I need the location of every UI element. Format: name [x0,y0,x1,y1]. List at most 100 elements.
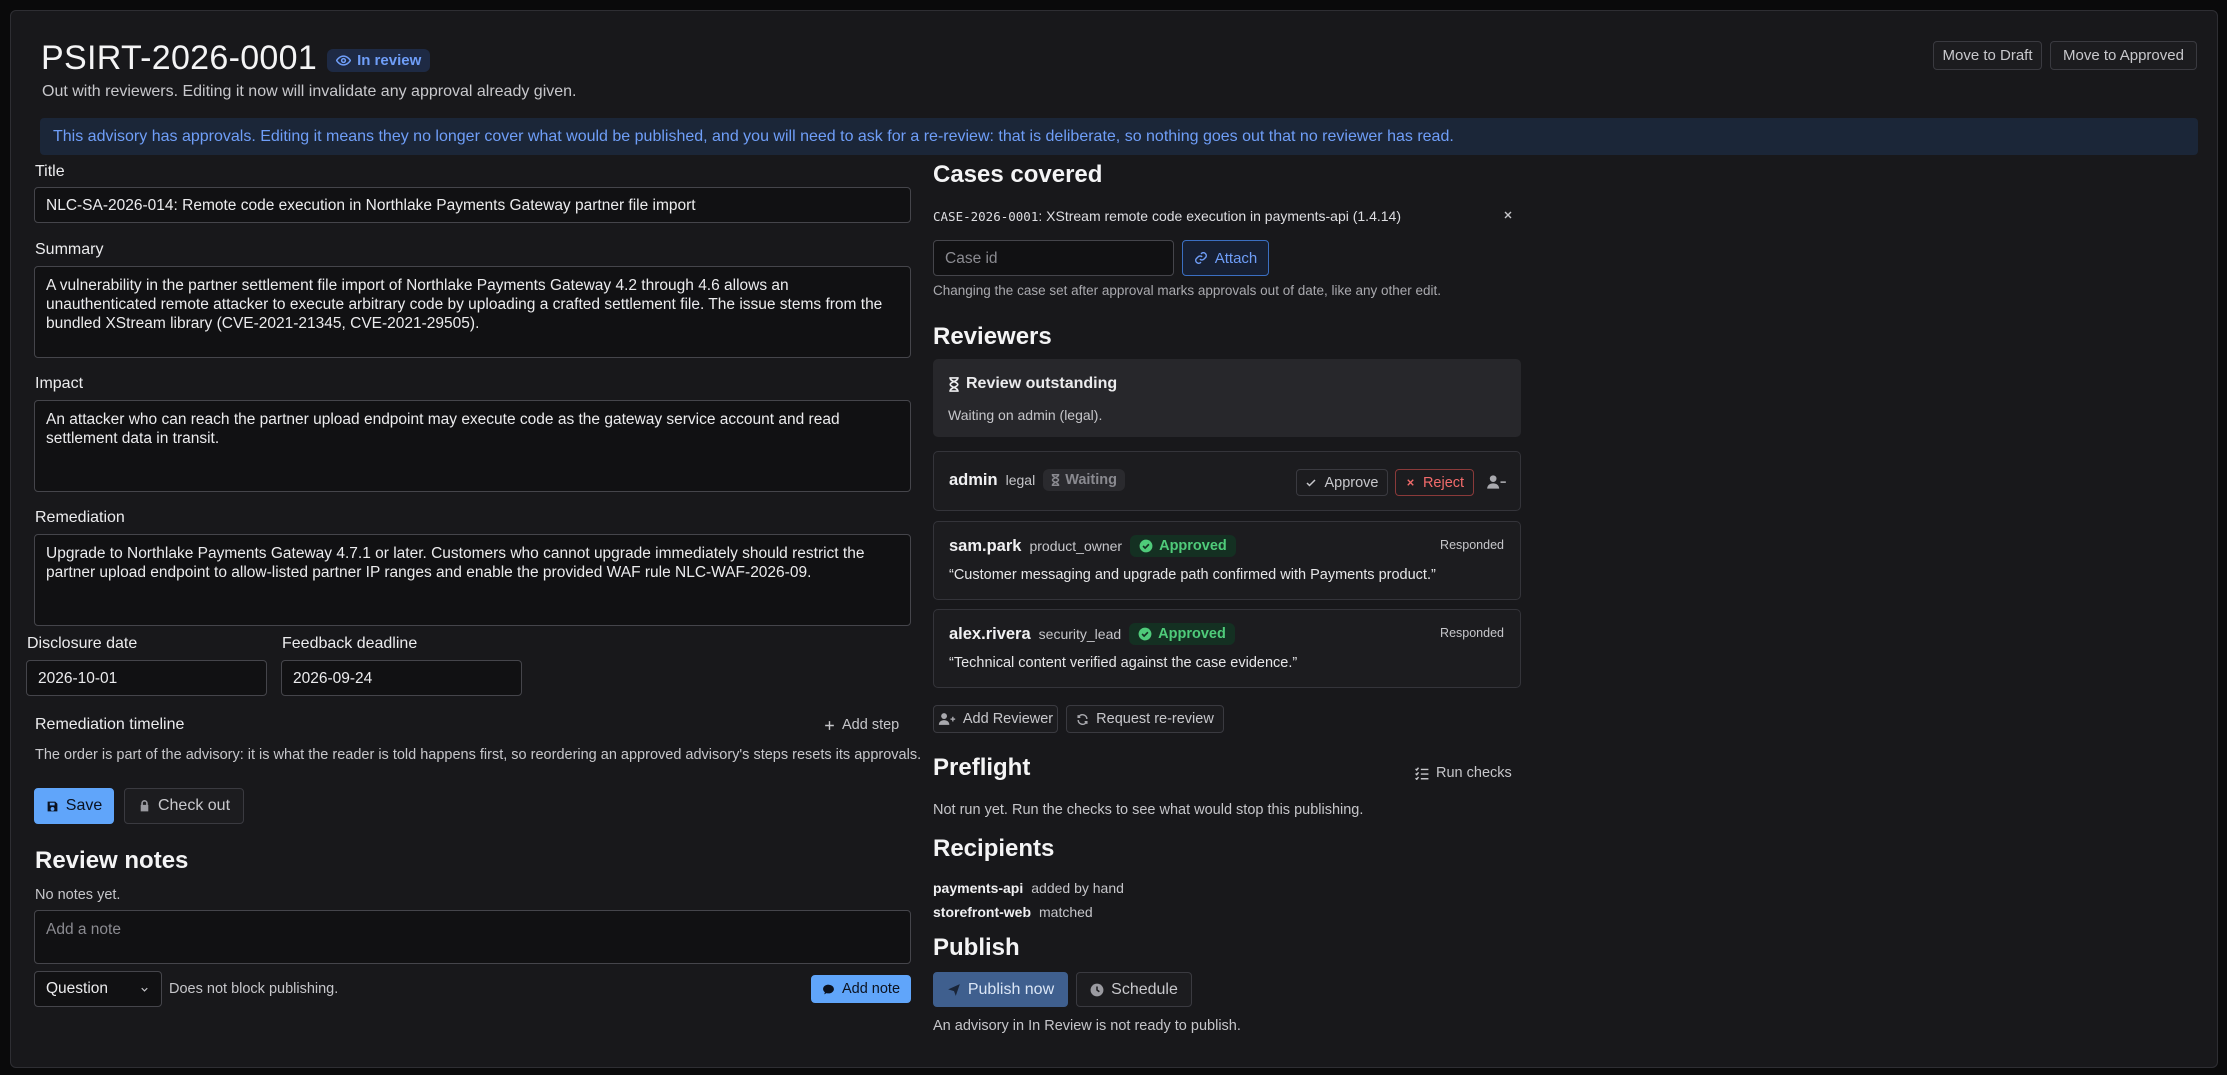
approved-label: Approved [1158,626,1226,642]
approved-label: Approved [1159,538,1227,554]
recipient-name: storefront-web [933,904,1031,920]
approval-warning-text: This advisory has approvals. Editing it … [53,127,1454,145]
save-button[interactable]: Save [34,788,114,824]
schedule-button[interactable]: Schedule [1076,972,1192,1007]
title-input[interactable]: NLC-SA-2026-014: Remote code execution i… [34,187,911,223]
reviewer-role: product_owner [1029,538,1123,554]
plus-icon [823,719,836,732]
add-reviewer-button[interactable]: Add Reviewer [933,705,1058,733]
case-description: : XStream remote code execution in payme… [1038,208,1401,224]
approve-button[interactable]: Approve [1296,469,1388,496]
approve-label: Approve [1324,474,1379,491]
cases-hint: Changing the case set after approval mar… [933,283,1442,298]
feedback-deadline-input[interactable]: 2026-09-24 [281,660,522,696]
remove-case-icon[interactable] [1502,209,1514,221]
approved-badge: Approved [1130,535,1236,557]
status-badge: In review [327,49,431,72]
waiting-label: Waiting [1065,472,1117,488]
summary-textarea[interactable]: A vulnerability in the partner settlemen… [34,266,911,358]
floppy-icon [46,800,59,813]
eye-icon [336,53,352,68]
request-rereview-button[interactable]: Request re-review [1066,705,1224,733]
feedback-deadline-label: Feedback deadline [282,635,418,652]
add-step-button[interactable]: Add step [823,717,899,733]
reviewer-comment: “Technical content verified against the … [949,655,1298,671]
reject-button[interactable]: Reject [1395,469,1474,496]
hourglass-icon [948,376,960,392]
approval-warning-banner: This advisory has approvals. Editing it … [40,118,2198,155]
note-type-value: Question [46,980,109,997]
add-reviewer-label: Add Reviewer [962,711,1054,727]
recipient-source: matched [1039,904,1093,920]
cases-covered-title: Cases covered [933,161,1103,188]
attach-button[interactable]: Attach [1182,240,1269,276]
summary-label: Summary [35,241,104,258]
status-badge-label: In review [357,52,422,69]
reviewer-card-admin: admin legal Waiting Approve Reject [933,451,1521,511]
checklist-icon [1415,766,1429,780]
speech-bubble-icon [822,983,835,996]
reviewers-title: Reviewers [933,323,1052,350]
recipient-row: storefront-web matched [933,904,1093,920]
x-icon [1405,477,1416,488]
preflight-title: Preflight [933,754,1031,781]
responded-label: Responded [1440,538,1504,552]
request-rereview-label: Request re-review [1096,711,1214,727]
preflight-text: Not run yet. Run the checks to see what … [933,802,1364,818]
remediation-timeline-label: Remediation timeline [35,716,185,733]
page-title: PSIRT-2026-0001 [41,39,318,77]
move-to-approved-button[interactable]: Move to Approved [2050,41,2197,70]
note-type-hint: Does not block publishing. [169,981,339,997]
chevron-down-icon [139,984,150,995]
refresh-icon [1076,713,1089,726]
recipient-name: payments-api [933,880,1024,896]
recipient-source: added by hand [1031,880,1124,896]
reviewer-name: alex.rivera [949,624,1031,643]
remediation-textarea[interactable]: Upgrade to Northlake Payments Gateway 4.… [34,534,911,626]
remediation-label: Remediation [35,509,125,526]
publish-now-button[interactable]: Publish now [933,972,1068,1007]
reject-label: Reject [1422,474,1465,491]
link-icon [1194,251,1208,265]
check-out-button[interactable]: Check out [124,788,244,824]
review-notes-empty: No notes yet. [35,887,121,903]
attach-label: Attach [1214,249,1258,267]
timeline-note: The order is part of the advisory: it is… [35,747,922,763]
add-note-label: Add note [841,981,901,997]
disclosure-date-label: Disclosure date [27,635,138,652]
check-circle-icon [1139,539,1153,553]
recipient-row: payments-api added by hand [933,880,1124,896]
page-subtitle: Out with reviewers. Editing it now will … [42,83,577,100]
reviewer-card-sam-park: sam.park product_owner Approved Responde… [933,521,1521,600]
move-to-draft-button[interactable]: Move to Draft [1933,41,2042,70]
reviewer-comment: “Customer messaging and upgrade path con… [949,567,1436,583]
add-step-label: Add step [842,717,900,733]
note-type-select[interactable]: Question [34,971,162,1007]
disclosure-date-input[interactable]: 2026-10-01 [26,660,267,696]
check-circle-icon [1138,627,1152,641]
impact-label: Impact [35,375,84,392]
waiting-badge: Waiting [1043,469,1125,491]
remove-reviewer-icon[interactable] [1487,474,1506,490]
lock-icon [138,799,151,813]
recipients-title: Recipients [933,835,1055,862]
reviewer-role: legal [1005,472,1036,488]
review-outstanding-text: Waiting on admin (legal). [948,407,1103,423]
case-item: CASE-2026-0001: XStream remote code exec… [933,208,1401,224]
add-note-button[interactable]: Add note [811,975,911,1003]
user-plus-icon [938,712,956,726]
case-id: CASE-2026-0001 [933,209,1039,224]
run-checks-button[interactable]: Run checks [1415,765,1512,781]
hourglass-icon [1051,474,1060,486]
reviewer-name: admin [949,470,998,489]
impact-textarea[interactable]: An attacker who can reach the partner up… [34,400,911,492]
publish-title: Publish [933,934,1020,961]
approved-badge: Approved [1129,623,1235,645]
paper-plane-icon [947,983,961,997]
title-label: Title [35,163,65,180]
publish-now-label: Publish now [967,980,1055,998]
case-id-input[interactable]: Case id [933,240,1174,276]
reviewer-role: security_lead [1038,626,1122,642]
add-note-input[interactable]: Add a note [34,910,911,964]
advisory-panel: PSIRT-2026-0001 In review Out with revie… [10,10,2218,1068]
